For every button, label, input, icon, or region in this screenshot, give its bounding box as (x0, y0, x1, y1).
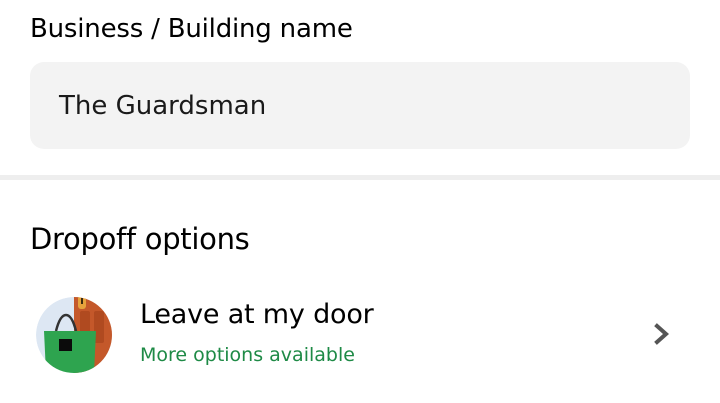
option-subtitle: More options available (140, 344, 355, 366)
section-divider (0, 175, 720, 180)
business-name-input[interactable]: The Guardsman (30, 62, 690, 149)
leave-at-door-option[interactable]: Leave at my door More options available (0, 285, 720, 385)
business-name-label: Business / Building name (30, 14, 353, 44)
door-bag-icon (36, 297, 112, 373)
option-title: Leave at my door (140, 299, 374, 330)
business-name-value[interactable]: The Guardsman (59, 91, 266, 121)
dropoff-options-title: Dropoff options (30, 222, 250, 256)
chevron-right-icon (652, 322, 672, 346)
